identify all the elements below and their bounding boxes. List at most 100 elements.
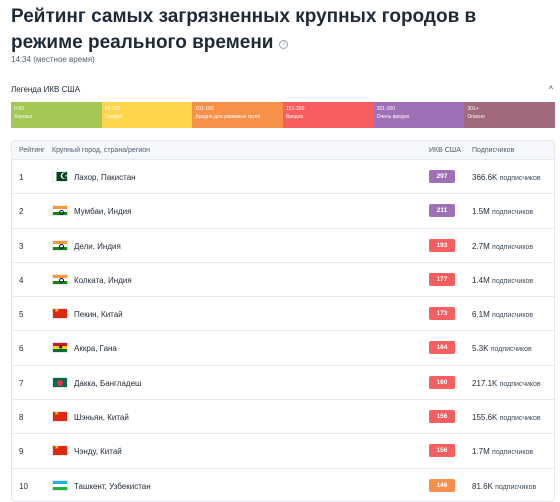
header-city: Крупный город, страна/регион [52,147,151,154]
followers-count: 6.1M подписчиков [472,310,533,319]
table-row[interactable]: 10 Ташкент, Узбекистан 146 81.6K подписчико… [12,469,554,501]
flag-pk-icon [52,171,68,182]
legend-label: Вредно [286,114,304,120]
table-row[interactable]: 6 Аккра, Гана 164 5.3K подписчиков [12,331,554,366]
flag-in-icon [52,205,68,217]
followers-number: 2.7M [472,241,490,251]
followers-number: 366.6K [472,173,498,182]
rank-number: 8 [19,413,24,423]
city-link[interactable]: Колката, Индия [74,276,132,285]
city-link[interactable]: Аккра, Гана [74,344,117,353]
table-row[interactable]: 3 Дели, Индия 193 2.7M подписчиков [12,229,554,263]
followers-number: 217.1K [472,378,498,388]
rank-number: 2 [19,207,24,217]
table-row[interactable]: 1 Лахор, Пакистан 297 366.6K подписчиков [12,160,554,195]
aqi-badge: 164 [429,341,455,355]
table-row[interactable]: 8 Шэньян, Китай 156 155.6K подписчиков [12,400,554,435]
info-icon[interactable]: i [279,40,289,49]
rank-number: 4 [19,275,24,285]
city-link[interactable]: Шэньян, Китай [74,413,129,422]
followers-count: 1.5M подписчиков [472,207,533,216]
followers-number: 1.5M [472,207,490,217]
flag-cn-icon [52,308,68,320]
legend-segment: 101-150 Вредно для уязвимых групп [192,102,284,128]
legend-segment: 51-100 Средне [101,102,193,128]
rank-number: 1 [19,173,24,182]
rank-number: 9 [19,447,24,457]
city-link[interactable]: Лахор, Пакистан [74,173,136,182]
flag-gh-icon [52,342,68,354]
legend-label: Опасно [467,114,485,120]
followers-number: 1.7M [472,447,490,457]
followers-number: 81.6K [472,481,493,491]
legend-segment: 201-300 Очень вредно [373,102,465,128]
legend-segment: 151-200 Вредно [283,102,374,128]
aqi-badge: 160 [429,375,455,389]
followers-suffix: подписчиков [492,277,534,285]
header-aqi: ИКВ США [429,147,461,154]
followers-suffix: подписчиков [492,243,534,251]
legend-range: 201-300 [376,106,396,112]
ranking-table: Рейтинг Крупный город, страна/регион ИКВ… [11,140,555,502]
legend-label: Хорошо [14,114,33,120]
rank-number: 6 [19,344,24,354]
flag-cn-icon [52,411,68,423]
city-link[interactable]: Мумбаи, Индия [74,207,131,216]
followers-count: 366.6K подписчиков [472,173,541,182]
header-followers: Подписчиков [472,147,515,154]
aqi-badge: 211 [429,204,455,218]
table-header: Рейтинг Крупный город, страна/регион ИКВ… [12,141,554,160]
flag-bd-icon [52,376,68,388]
city-link[interactable]: Пекин, Китай [74,310,123,319]
aqi-legend-bar: 0-50 Хорошо 51-100 Средне 101-150 Вредно для … [11,102,556,128]
rank-number: 10 [19,481,28,491]
table-body: 1 Лахор, Пакистан 297 366.6K подписчиков 2 Му… [12,160,554,501]
followers-suffix: подписчиков [492,209,534,217]
followers-suffix: подписчиков [492,449,534,457]
followers-number: 5.3K [472,344,489,354]
followers-suffix: подписчиков [490,346,532,354]
aqi-badge: 297 [429,170,455,183]
flag-in-icon [52,273,68,285]
followers-count: 1.7M подписчиков [472,447,533,456]
followers-count: 217.1K подписчиков [472,379,541,388]
followers-count: 155.6K подписчиков [472,413,541,422]
legend-range: 101-150 [195,106,214,112]
legend-header[interactable]: Легенда ИКВ США ^ [11,84,555,97]
legend-segment: 0-50 Хорошо [11,102,102,128]
followers-number: 6.1M [472,310,490,320]
aqi-badge: 177 [429,272,455,286]
legend-range: 51-100 [104,106,121,112]
aqi-badge: 156 [429,410,455,424]
legend-range: 301+ [467,106,479,112]
followers-suffix: подписчиков [499,415,541,423]
followers-suffix: подписчиков [495,483,537,491]
city-link[interactable]: Дакка, Бангладеш [74,379,141,388]
collapse-caret-icon[interactable]: ^ [549,84,553,94]
table-row[interactable]: 7 Дакка, Бангладеш 160 217.1K подписчиков [12,366,554,401]
city-link[interactable]: Чэнду, Китай [74,447,122,456]
legend-label: Очень вредно [376,114,410,120]
followers-count: 1.4M подписчиков [472,276,533,285]
city-link[interactable]: Дели, Индия [74,242,121,251]
table-row[interactable]: 2 Мумбаи, Индия 211 1.5M подписчиков [12,194,554,229]
followers-count: 2.7M подписчиков [472,242,533,251]
flag-cn-icon [52,445,68,457]
followers-count: 81.6K подписчиков [472,482,536,491]
rank-number: 7 [19,378,24,388]
followers-suffix: подписчиков [492,312,534,320]
aqi-badge: 173 [429,307,455,321]
table-row[interactable]: 4 Колката, Индия 177 1.4M подписчиков [12,263,554,298]
city-link[interactable]: Ташкент, Узбекистан [74,482,151,491]
rank-number: 3 [19,241,24,251]
flag-uz-icon [52,479,68,491]
page-title-text: Рейтинг самых загрязненных крупных город… [11,6,477,53]
local-time: 14:34 (местное время) [11,55,95,64]
legend-range: 151-200 [286,106,305,112]
aqi-badge: 193 [429,238,455,252]
table-row[interactable]: 9 Чэнду, Китай 156 1.7M подписчиков [12,434,554,469]
followers-suffix: подписчиков [499,380,541,388]
aqi-badge: 156 [429,444,455,458]
legend-range: 0-50 [14,106,25,112]
table-row[interactable]: 5 Пекин, Китай 173 6.1M подписчиков [12,297,554,332]
